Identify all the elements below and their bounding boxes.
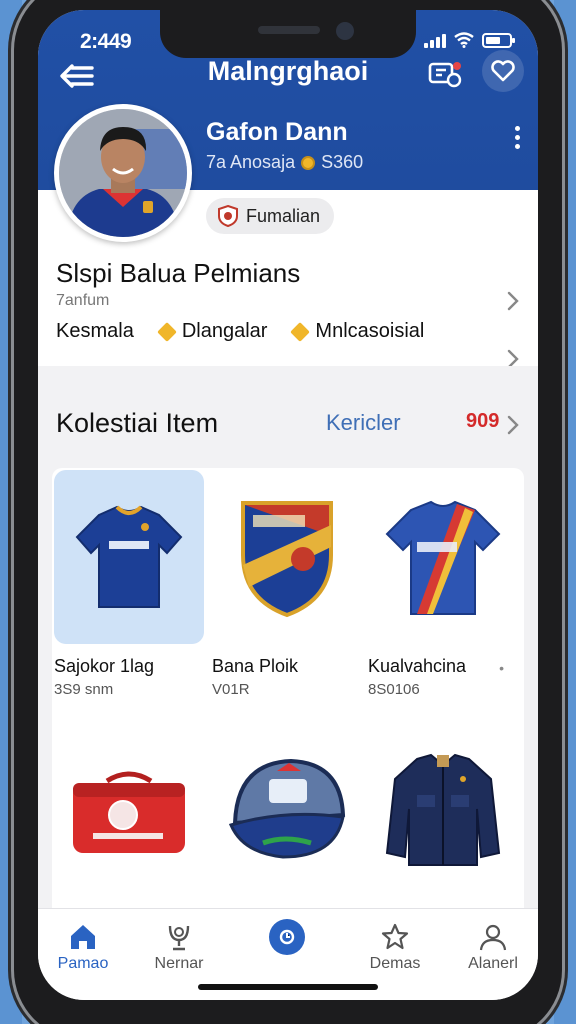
item-sub: V01R <box>212 681 250 698</box>
profile-name: Gafon Dann <box>206 118 348 146</box>
summary-subtitle: 7anfum <box>56 292 110 309</box>
grid-item[interactable]: Sajokor 1lag 3S9 snm <box>54 470 204 698</box>
status-time: 2:449 <box>80 30 132 53</box>
tab-awards[interactable]: Nernar <box>134 919 224 973</box>
app-screen: 2:449 Malngrghaoi Gafon Dann 7a Anosaja … <box>38 10 538 1000</box>
more-vertical-icon[interactable] <box>515 126 520 149</box>
gem-icon <box>156 321 177 342</box>
collection-title: Kolestiai Item <box>56 408 219 438</box>
coin-icon <box>301 155 316 170</box>
tab-profile[interactable]: Alanerl <box>448 919 538 973</box>
item-thumb <box>54 470 204 644</box>
chevron-right-icon[interactable] <box>506 290 520 312</box>
item-thumb <box>368 724 518 898</box>
tab-label: Nernar <box>154 955 204 972</box>
tab-star[interactable]: Demas <box>350 919 440 973</box>
center-action-icon <box>269 919 305 955</box>
collection-link[interactable]: Kericler <box>326 410 401 436</box>
item-grid: Sajokor 1lag 3S9 snm Bana Ploik V01R Kua… <box>52 468 524 958</box>
gem-icon <box>290 321 311 342</box>
notch <box>160 10 416 58</box>
grid-item[interactable] <box>54 724 204 910</box>
home-indicator[interactable] <box>198 984 378 990</box>
item-sub: 8S0106 <box>368 681 420 698</box>
striped-jersey-icon <box>385 500 501 615</box>
tab-label: Alanerl <box>468 955 518 972</box>
signal-icon <box>424 34 446 48</box>
item-name: Sajokor 1lag <box>54 656 155 676</box>
status-icons <box>424 32 515 48</box>
more-dot-icon[interactable]: • <box>499 660 504 676</box>
grid-item[interactable] <box>212 724 362 910</box>
collection-header: Kolestiai Item Kericler 909 <box>38 366 538 466</box>
grid-item[interactable]: Bana Ploik V01R <box>212 470 362 698</box>
tab-label: Pamao <box>57 955 109 972</box>
chip-2[interactable]: Dlangalar <box>156 320 267 343</box>
profile-badge[interactable]: Fumalian <box>206 198 335 234</box>
item-thumb <box>212 470 362 644</box>
crest-icon <box>241 501 333 618</box>
phone-frame: 2:449 Malngrghaoi Gafon Dann 7a Anosaja … <box>14 0 562 1024</box>
profile-meta-left: 7a Anosaja <box>206 152 296 172</box>
bag-icon <box>73 771 185 853</box>
chevron-right-icon[interactable] <box>506 414 520 436</box>
share-icon[interactable] <box>426 56 464 92</box>
profile-meta: 7a Anosaja S360 <box>206 152 363 173</box>
item-thumb <box>368 470 518 644</box>
item-thumb <box>212 724 362 898</box>
battery-icon <box>482 33 515 48</box>
camera <box>336 22 354 40</box>
tab-home[interactable]: Pamao <box>38 919 128 973</box>
summary-title[interactable]: Slspi Balua Pelmians <box>56 258 300 289</box>
profile-icon <box>448 919 538 955</box>
avatar[interactable] <box>54 104 192 242</box>
jacket-icon <box>385 753 501 866</box>
collection-count: 909 <box>466 410 500 432</box>
trophy-icon <box>134 919 224 955</box>
profile-badge-label: Fumalian <box>246 205 321 226</box>
tab-center[interactable] <box>242 919 332 955</box>
jersey-icon <box>75 505 183 608</box>
profile-meta-right: S360 <box>321 152 364 172</box>
star-icon <box>350 919 440 955</box>
chip-1[interactable]: Kesmala <box>56 320 134 343</box>
shield-icon <box>218 205 238 227</box>
item-sub: 3S9 snm <box>54 681 114 698</box>
grid-item[interactable] <box>368 724 518 910</box>
wifi-icon <box>454 32 474 48</box>
avatar-photo <box>59 109 187 237</box>
item-name: Bana Ploik <box>212 656 299 676</box>
speaker <box>258 26 320 34</box>
bottom-tab-bar: Pamao Nernar Demas Alanerl <box>38 908 538 1000</box>
cap-icon <box>228 758 346 859</box>
grid-item[interactable]: Kualvahcina 8S0106 • <box>368 470 518 698</box>
home-icon <box>38 919 128 955</box>
item-thumb <box>54 724 204 898</box>
heart-icon[interactable] <box>482 50 524 92</box>
chip-3[interactable]: Mnlcasoisial <box>290 320 424 343</box>
item-name: Kualvahcina <box>368 656 467 676</box>
summary-chips: Kesmala Dlangalar Mnlcasoisial <box>56 320 424 343</box>
tab-label: Demas <box>369 955 421 972</box>
